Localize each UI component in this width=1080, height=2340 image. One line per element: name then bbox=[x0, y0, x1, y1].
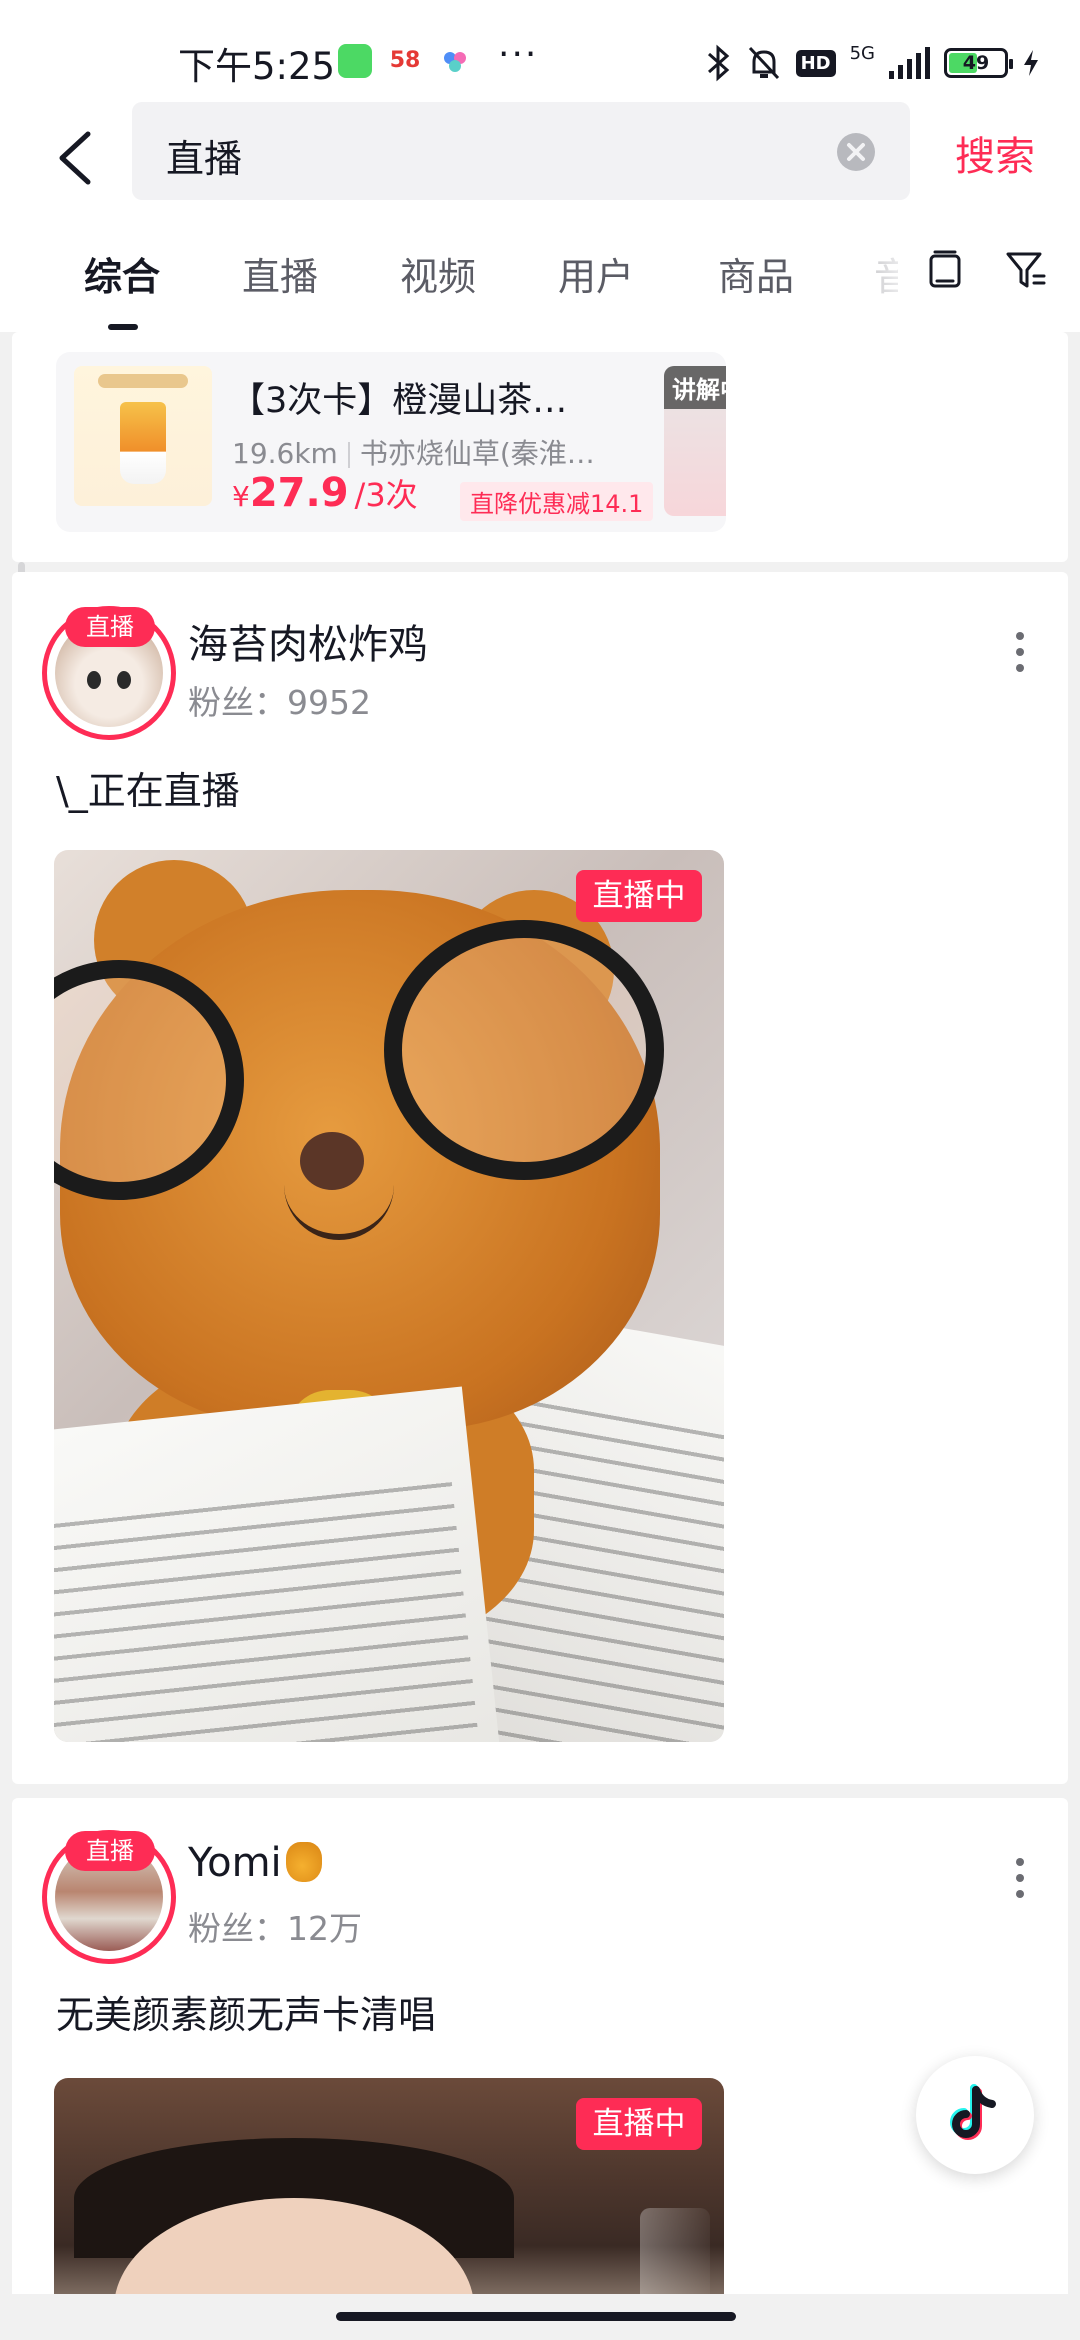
product-price: ¥27.9/3次 bbox=[232, 470, 418, 516]
charging-icon bbox=[1024, 50, 1038, 76]
user-name[interactable]: Yomi bbox=[188, 1840, 322, 1886]
active-tab-indicator bbox=[108, 324, 138, 330]
avatar[interactable]: 直播 bbox=[42, 1830, 176, 1964]
price-value: 27.9 bbox=[249, 470, 349, 516]
more-icon[interactable] bbox=[1010, 632, 1030, 676]
product-meta: 19.6km 书亦烧仙草(秦淮… bbox=[232, 432, 595, 472]
result-tabs: 综合 直播 视频 用户 商品 音 bbox=[0, 220, 1080, 332]
mute-icon bbox=[748, 46, 779, 80]
app-notification-icon bbox=[338, 44, 372, 78]
hd-icon: HD bbox=[795, 49, 836, 77]
search-query: 直播 bbox=[166, 137, 243, 181]
product-side-item[interactable]: 讲解中 bbox=[664, 366, 726, 516]
battery-icon: 49 bbox=[944, 48, 1013, 78]
live-badge: 直播 bbox=[65, 1831, 155, 1871]
app-cloud-icon bbox=[438, 44, 472, 78]
honey-icon bbox=[285, 1842, 322, 1882]
price-symbol: ¥ bbox=[232, 480, 250, 513]
avatar[interactable]: 直播 bbox=[42, 606, 176, 740]
tab-all[interactable]: 综合 bbox=[84, 246, 160, 301]
product-shop: 书亦烧仙草(秦淮… bbox=[359, 437, 595, 470]
signal-icon bbox=[889, 47, 930, 79]
search-input[interactable]: 直播 bbox=[132, 102, 910, 200]
live-title: \_正在直播 bbox=[56, 769, 240, 813]
status-time: 下午5:25 bbox=[178, 45, 336, 88]
live-now-tag: 直播中 bbox=[576, 2098, 702, 2150]
product-image bbox=[74, 366, 212, 506]
network-type: 5G bbox=[849, 42, 875, 64]
product-title: 【3次卡】橙漫山茶… bbox=[230, 381, 568, 421]
live-title: 无美颜素颜无声卡清唱 bbox=[56, 1993, 437, 2037]
bluetooth-icon bbox=[707, 44, 729, 82]
live-preview-image[interactable]: 直播中 bbox=[54, 850, 724, 1742]
search-button[interactable]: 搜索 bbox=[955, 124, 1035, 182]
status-bar: 下午5:25 58 ··· HD 5G 49 bbox=[0, 0, 1080, 96]
live-badge: 直播 bbox=[65, 607, 155, 647]
fan-count: 粉丝：9952 bbox=[188, 683, 371, 722]
more-icon[interactable] bbox=[1010, 1858, 1030, 1902]
product-card: 【3次卡】橙漫山茶… 19.6km 书亦烧仙草(秦淮… ¥27.9/3次 直降优惠… bbox=[12, 332, 1068, 562]
product-item[interactable]: 【3次卡】橙漫山茶… 19.6km 书亦烧仙草(秦淮… ¥27.9/3次 直降优惠… bbox=[56, 352, 726, 532]
status-overflow-icon: ··· bbox=[498, 34, 539, 75]
navigation-bar bbox=[0, 2294, 1080, 2340]
clear-icon[interactable] bbox=[836, 132, 876, 172]
tab-products[interactable]: 商品 bbox=[718, 246, 794, 301]
battery-level: 49 bbox=[962, 52, 990, 74]
app-58-icon: 58 bbox=[388, 44, 422, 78]
tablet-icon[interactable] bbox=[925, 248, 965, 292]
live-result-card[interactable]: 直播 Yomi 粉丝：12万 无美颜素颜无声卡清唱 直播中 bbox=[12, 1798, 1068, 2340]
search-header: 直播 搜索 bbox=[0, 96, 1080, 220]
tab-live[interactable]: 直播 bbox=[242, 246, 318, 301]
status-icons: HD 5G 49 bbox=[706, 38, 1040, 88]
tab-video[interactable]: 视频 bbox=[400, 246, 476, 301]
home-indicator[interactable] bbox=[336, 2312, 736, 2321]
user-name[interactable]: 海苔肉松炸鸡 bbox=[188, 612, 428, 670]
tab-users[interactable]: 用户 bbox=[558, 246, 634, 301]
live-now-tag: 直播中 bbox=[576, 870, 702, 922]
filter-icon[interactable] bbox=[1004, 248, 1048, 292]
fan-count: 粉丝：12万 bbox=[188, 1909, 362, 1948]
price-unit: /3次 bbox=[354, 476, 418, 514]
live-result-card[interactable]: 直播 海苔肉松炸鸡 粉丝：9952 \_正在直播 直播中 bbox=[12, 572, 1068, 1784]
tiktok-icon bbox=[950, 2084, 996, 2140]
product-distance: 19.6km bbox=[232, 437, 338, 470]
discount-badge: 直降优惠减14.1 bbox=[460, 482, 654, 521]
explaining-badge: 讲解中 bbox=[664, 366, 726, 409]
tab-fade bbox=[860, 220, 920, 332]
back-icon[interactable] bbox=[48, 120, 108, 196]
tiktok-button[interactable] bbox=[916, 2056, 1034, 2174]
